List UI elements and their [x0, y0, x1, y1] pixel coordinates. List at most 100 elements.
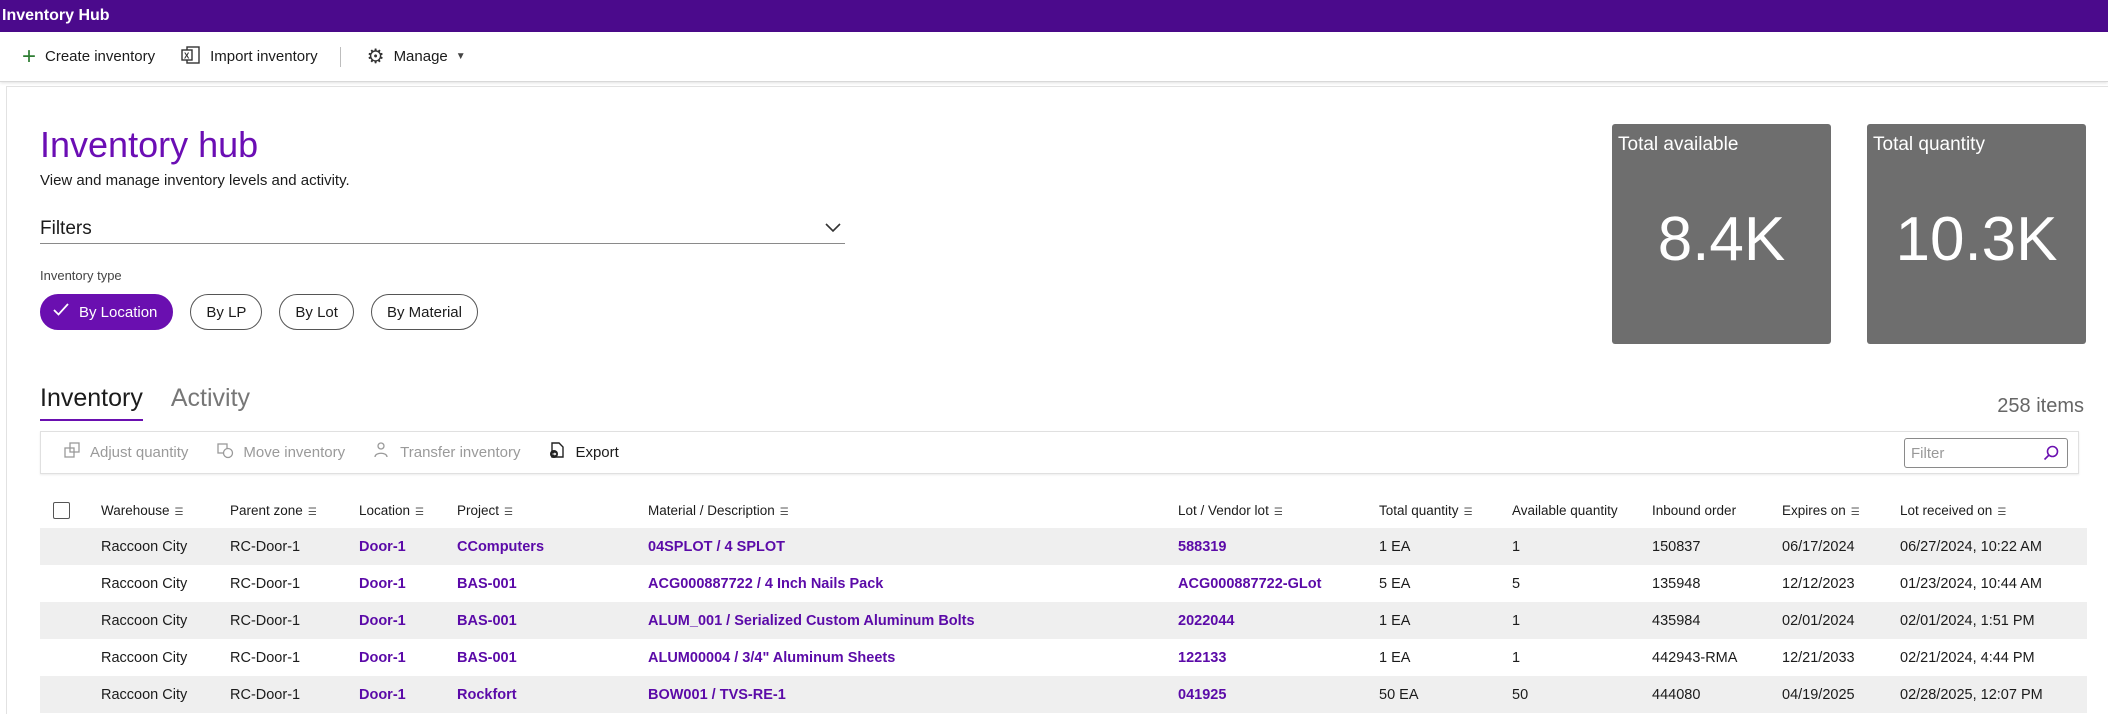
select-all-checkbox[interactable] [53, 502, 70, 519]
cell-total-quantity: 1 EA [1379, 602, 1512, 639]
pill-by-lot[interactable]: By Lot [279, 294, 354, 330]
table-body: Raccoon City RC-Door-1 Door-1 CComputers 04S… [40, 528, 2087, 713]
project-link[interactable]: BAS-001 [457, 576, 517, 592]
location-link[interactable]: Door-1 [359, 613, 406, 629]
cell-lot: ACG000887722-GLot [1178, 565, 1379, 602]
person-transfer-icon [373, 441, 391, 464]
expires-on-value: 04/19/2025 [1782, 686, 1855, 703]
filter-icon: ☰ [174, 506, 184, 518]
inbound-order-value: 442943-RMA [1652, 649, 1738, 666]
table-row[interactable]: Raccoon City RC-Door-1 Door-1 Rockfort BOW00… [40, 676, 2087, 713]
pill-by-location[interactable]: By Location [40, 294, 174, 330]
project-link[interactable]: BAS-001 [457, 650, 517, 666]
material-link[interactable]: ALUM00004 / 3/4" Aluminum Sheets [648, 650, 895, 666]
row-select-cell[interactable] [40, 565, 101, 602]
transfer-inventory-label: Transfer inventory [400, 444, 521, 461]
cell-total-quantity: 5 EA [1379, 565, 1512, 602]
export-button[interactable]: Export [548, 441, 619, 464]
location-link[interactable]: Door-1 [359, 650, 406, 666]
pill-label: By Material [386, 303, 462, 321]
pill-label: By Location [79, 303, 158, 321]
column-header-inbound-order[interactable]: Inbound order [1652, 492, 1782, 528]
table-row[interactable]: Raccoon City RC-Door-1 Door-1 BAS-001 ACG000… [40, 565, 2087, 602]
cell-project: BAS-001 [457, 639, 648, 676]
project-link[interactable]: CComputers [457, 539, 544, 555]
column-header-lot-received-on[interactable]: Lot received on ☰ [1900, 492, 2087, 528]
parent-zone-value: RC-Door-1 [230, 686, 301, 703]
card-value: 8.4K [1657, 205, 1786, 274]
cell-lot-received-on: 01/23/2024, 10:44 AM [1900, 565, 2087, 602]
column-header-available-quantity[interactable]: Available quantity [1512, 492, 1652, 528]
total-quantity-value: 1 EA [1379, 649, 1411, 666]
lot-link[interactable]: 041925 [1178, 687, 1226, 703]
column-header-parent-zone[interactable]: Parent zone ☰ [230, 492, 359, 528]
manage-dropdown[interactable]: ⚙ Manage ▼ [367, 47, 466, 67]
cell-available-quantity: 5 [1512, 565, 1652, 602]
project-link[interactable]: BAS-001 [457, 613, 517, 629]
cell-project: BAS-001 [457, 602, 648, 639]
warehouse-value: Raccoon City [101, 686, 188, 703]
project-link[interactable]: Rockfort [457, 687, 517, 703]
location-link[interactable]: Door-1 [359, 539, 406, 555]
svg-text:X: X [184, 51, 190, 60]
inventory-table: Warehouse ☰ Parent zone ☰ Location ☰ Projec… [40, 492, 2087, 713]
lot-link[interactable]: 588319 [1178, 539, 1226, 555]
material-link[interactable]: 04SPLOT / 4 SPLOT [648, 539, 785, 555]
cell-material: 04SPLOT / 4 SPLOT [648, 528, 1178, 565]
column-header-expires-on[interactable]: Expires on ☰ [1782, 492, 1900, 528]
adjust-quantity-button[interactable]: Adjust quantity [63, 441, 188, 464]
filters-expander[interactable]: Filters [40, 214, 845, 244]
cell-warehouse: Raccoon City [101, 528, 230, 565]
column-header-warehouse[interactable]: Warehouse ☰ [101, 492, 230, 528]
cell-inbound-order: 444080 [1652, 676, 1782, 713]
create-inventory-button[interactable]: + Create inventory [22, 44, 155, 68]
column-header-lot[interactable]: Lot / Vendor lot ☰ [1178, 492, 1379, 528]
table-row[interactable]: Raccoon City RC-Door-1 Door-1 BAS-001 ALUM_0… [40, 602, 2087, 639]
column-header-project[interactable]: Project ☰ [457, 492, 648, 528]
row-select-cell[interactable] [40, 639, 101, 676]
cell-available-quantity: 1 [1512, 528, 1652, 565]
table-row[interactable]: Raccoon City RC-Door-1 Door-1 CComputers 04S… [40, 528, 2087, 565]
lot-link[interactable]: 122133 [1178, 650, 1226, 666]
lot-received-on-value: 02/21/2024, 4:44 PM [1900, 649, 2035, 666]
tab-activity[interactable]: Activity [171, 384, 250, 421]
column-header-material[interactable]: Material / Description ☰ [648, 492, 1178, 528]
cell-expires-on: 12/21/2033 [1782, 639, 1900, 676]
location-link[interactable]: Door-1 [359, 576, 406, 592]
table-row[interactable]: Raccoon City RC-Door-1 Door-1 BAS-001 ALUM00… [40, 639, 2087, 676]
column-header-location[interactable]: Location ☰ [359, 492, 457, 528]
filter-input[interactable] [1911, 444, 2041, 462]
row-select-cell[interactable] [40, 676, 101, 713]
cell-project: CComputers [457, 528, 648, 565]
inventory-type-label: Inventory type [40, 268, 122, 283]
table-header-row: Warehouse ☰ Parent zone ☰ Location ☰ Projec… [40, 492, 2087, 528]
filter-icon: ☰ [415, 506, 425, 518]
row-select-cell[interactable] [40, 528, 101, 565]
lot-link[interactable]: ACG000887722-GLot [1178, 576, 1321, 592]
material-link[interactable]: BOW001 / TVS-RE-1 [648, 687, 786, 703]
lot-received-on-value: 01/23/2024, 10:44 AM [1900, 575, 2042, 592]
card-label: Total quantity [1873, 134, 1985, 155]
cell-parent-zone: RC-Door-1 [230, 639, 359, 676]
cell-lot: 122133 [1178, 639, 1379, 676]
pill-by-lp[interactable]: By LP [190, 294, 263, 330]
export-icon [548, 441, 566, 464]
transfer-inventory-button[interactable]: Transfer inventory [373, 441, 520, 464]
pill-by-material[interactable]: By Material [370, 294, 478, 330]
pill-label: By Lot [295, 303, 338, 321]
cell-expires-on: 06/17/2024 [1782, 528, 1900, 565]
import-inventory-button[interactable]: X Import inventory [181, 45, 318, 69]
move-inventory-button[interactable]: Move inventory [216, 441, 345, 464]
column-header-total-quantity[interactable]: Total quantity ☰ [1379, 492, 1512, 528]
row-select-cell[interactable] [40, 602, 101, 639]
lot-link[interactable]: 2022044 [1178, 613, 1234, 629]
filter-icon: ☰ [1463, 506, 1473, 518]
cell-parent-zone: RC-Door-1 [230, 602, 359, 639]
tab-inventory[interactable]: Inventory [40, 384, 143, 421]
cell-warehouse: Raccoon City [101, 565, 230, 602]
location-link[interactable]: Door-1 [359, 687, 406, 703]
move-inventory-label: Move inventory [243, 444, 346, 461]
material-link[interactable]: ACG000887722 / 4 Inch Nails Pack [648, 576, 883, 592]
search-icon[interactable] [2043, 445, 2059, 465]
material-link[interactable]: ALUM_001 / Serialized Custom Aluminum Bo… [648, 613, 975, 629]
